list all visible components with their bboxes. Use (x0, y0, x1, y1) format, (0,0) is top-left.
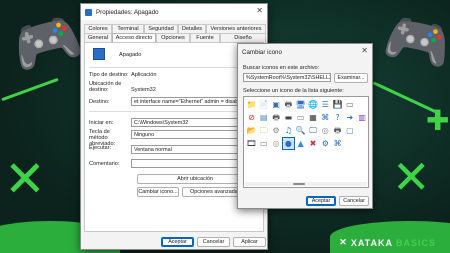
target-location-label: Ubicación de destino: (89, 81, 122, 93)
tab-diseno[interactable]: Diseño (220, 33, 266, 42)
change-icon-button[interactable]: Cambiar icono... (137, 187, 179, 197)
disc-icon[interactable]: ● (281, 137, 295, 150)
settings-icon[interactable]: ⚙ (320, 138, 331, 149)
divider (89, 111, 259, 112)
tab-detalles[interactable]: Detalles (178, 24, 206, 33)
run-label: Ejecutar: (89, 145, 112, 151)
tab-seguridad[interactable]: Seguridad (144, 24, 178, 33)
icon-list[interactable]: 📁 📄 ▣ 🖶 🖥 🌐 ☰ 💾 ▭ ⊘ ▤ 🖶 ▬ ▭ ▦ ⌘? ➜ ▥ 📂 🗀 ⚙ ♫ 🔍 🖵 ◎ 🖶 ▢ 🎞 ▭ ◎ ● ▲ ✖ ⚙ ⌘ (243, 96, 369, 188)
ok-button[interactable]: Aceptar (161, 237, 194, 247)
xataka-brand: XATAKA (350, 237, 393, 248)
properties-titlebar: Propiedades: Apagado ✕ (81, 4, 267, 20)
folder-icon[interactable]: 📁 (246, 99, 257, 110)
blank-icon[interactable] (357, 99, 368, 110)
xataka-suffix: BASICS (395, 237, 436, 248)
delete-icon[interactable]: ✖ (307, 138, 318, 149)
target-label: Destino: (89, 99, 110, 105)
tab-row-top: Colores Terminal Seguridad Detalles Vers… (84, 24, 266, 33)
tab-colores[interactable]: Colores (84, 24, 112, 33)
decorative-stripe (372, 81, 438, 114)
search-icons-label: Buscar iconos en este archivo: (243, 65, 320, 71)
document-lines-icon[interactable]: ☰ (320, 99, 331, 110)
icon-file-path-field[interactable]: %SystemRoot%\System32\SHELL32.dll (243, 73, 331, 82)
shortcut-name: Apagado (119, 52, 142, 58)
properties-title: Propiedades: Apagado (96, 8, 159, 16)
target-location-value: System32 (131, 87, 156, 93)
gamepad-icon: 🎮 (4, 3, 90, 84)
tab-opciones[interactable]: Opciones (156, 33, 190, 42)
globe-icon[interactable]: 🌐 (307, 99, 318, 110)
blocked-icon[interactable]: ⊘ (246, 112, 257, 123)
monitor-icon[interactable]: 🖵 (307, 125, 318, 136)
calendar-icon[interactable]: ▦ (307, 112, 318, 123)
cross-icon: ✕ (4, 150, 46, 208)
tab-acceso-directo[interactable]: Acceso directo (112, 33, 156, 42)
monitor-icon[interactable]: 🖥 (295, 99, 306, 110)
close-icon[interactable]: ✕ (256, 6, 263, 15)
browse-button[interactable]: Examinar... (334, 73, 368, 83)
gamepad-icon: 🎮 (378, 3, 450, 80)
folder-open-icon[interactable]: 📂 (246, 125, 257, 136)
change-icon-title: Cambiar icono (242, 48, 282, 56)
printer-icon[interactable]: 🖶 (283, 99, 294, 110)
target-type-value: Aplicación (131, 72, 157, 78)
tab-general[interactable]: General (84, 33, 112, 42)
icon-cancel-button[interactable]: Cancelar (339, 196, 369, 206)
blank-icon[interactable] (357, 125, 368, 136)
blank-icon[interactable] (344, 138, 355, 149)
apply-button[interactable]: Aplicar (233, 237, 266, 247)
target-type-label: Tipo de destino: (89, 72, 129, 78)
search-icon[interactable]: 🔍 (295, 125, 306, 136)
xataka-logo-icon: ✕ (339, 237, 348, 247)
printer-icon[interactable]: 🖶 (271, 112, 282, 123)
network-folder-icon[interactable]: 🗀 (258, 125, 269, 136)
document-icon[interactable]: 📄 (258, 99, 269, 110)
run-select-value: Ventana normal (134, 147, 172, 153)
tab-terminal[interactable]: Terminal (112, 24, 144, 33)
blank-icon[interactable] (357, 138, 368, 149)
cd-icon[interactable]: ◎ (320, 125, 331, 136)
cd-icon[interactable]: ◎ (271, 138, 282, 149)
film-icon[interactable]: 🎞 (246, 138, 257, 149)
icon-ok-button[interactable]: Aceptar (306, 196, 336, 206)
scrollbar-thumb[interactable] (293, 183, 305, 185)
comment-label: Comentario: (89, 161, 120, 167)
printer-icon[interactable]: 🖶 (332, 125, 343, 136)
cross-icon: ✕ (392, 150, 431, 204)
icon-grid: 📁 📄 ▣ 🖶 🖥 🌐 ☰ 💾 ▭ ⊘ ▤ 🖶 ▬ ▭ ▦ ⌘? ➜ ▥ 📂 🗀 ⚙ ♫ 🔍 🖵 ◎ 🖶 ▢ 🎞 ▭ ◎ ● ▲ ✖ ⚙ ⌘ (246, 99, 368, 150)
xataka-basics-logo: ✕ XATAKA BASICS (339, 237, 436, 248)
chart-icon[interactable]: ▥ (357, 112, 368, 123)
arrow-icon[interactable]: ➜ (344, 112, 355, 123)
network-drive-icon[interactable]: ▬ (283, 112, 294, 123)
disc-drive-icon[interactable]: ▭ (295, 112, 306, 123)
open-location-button[interactable]: Abrir ubicación (137, 174, 253, 184)
cancel-button[interactable]: Cancelar (197, 237, 230, 247)
drives-icon[interactable]: ▭ (258, 138, 269, 149)
app-icon[interactable]: ▣ (271, 99, 282, 110)
drive-icon[interactable]: ▭ (344, 99, 355, 110)
change-icon-dialog: Cambiar icono ✕ Buscar iconos en este ar… (237, 43, 373, 209)
window-icon[interactable]: ▢ (344, 125, 355, 136)
help-icon[interactable]: ? (332, 112, 343, 123)
change-icon-titlebar: Cambiar icono ✕ (238, 44, 372, 60)
shortcut-large-icon (93, 48, 105, 60)
gear-doc-icon[interactable]: ⚙ (271, 125, 282, 136)
divider (89, 67, 259, 68)
music-icon[interactable]: ♫ (283, 125, 294, 136)
horizontal-scrollbar[interactable] (245, 182, 367, 186)
tab-versiones-anteriores[interactable]: Versiones anteriores (206, 24, 266, 33)
tab-row-bottom: General Acceso directo Opciones Fuente D… (84, 33, 266, 42)
tab-fuente[interactable]: Fuente (190, 33, 220, 42)
window-icon[interactable]: ▤ (258, 112, 269, 123)
network-icon[interactable]: ⌘ (332, 138, 343, 149)
start-in-label: Iniciar en: (89, 120, 114, 126)
picture-icon[interactable]: ▲ (295, 138, 306, 149)
network-icon[interactable]: ⌘ (320, 112, 331, 123)
floppy-icon[interactable]: 💾 (332, 99, 343, 110)
shortcut-icon (85, 8, 92, 16)
icon-list-label: Seleccione un icono de la lista siguient… (243, 88, 344, 94)
close-icon[interactable]: ✕ (361, 46, 368, 55)
